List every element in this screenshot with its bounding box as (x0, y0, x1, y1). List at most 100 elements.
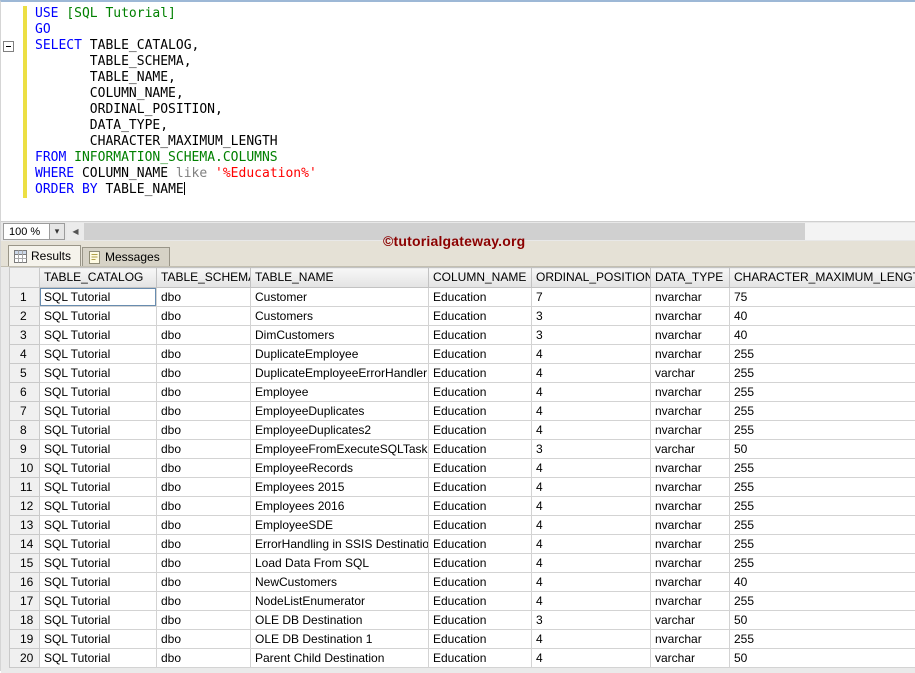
grid-cell[interactable]: 255 (730, 516, 915, 535)
grid-cell[interactable]: 3 (532, 326, 651, 345)
grid-cell[interactable]: SQL Tutorial (40, 554, 157, 573)
grid-cell[interactable]: nvarchar (651, 554, 730, 573)
zoom-select[interactable]: 100 % ▾ (3, 223, 65, 240)
grid-cell[interactable]: 255 (730, 630, 915, 649)
row-number[interactable]: 10 (10, 459, 40, 478)
row-number[interactable]: 9 (10, 440, 40, 459)
grid-cell[interactable]: dbo (157, 459, 251, 478)
grid-cell[interactable]: dbo (157, 402, 251, 421)
grid-cell[interactable]: 4 (532, 573, 651, 592)
row-number[interactable]: 6 (10, 383, 40, 402)
grid-cell[interactable]: 50 (730, 440, 915, 459)
grid-cell[interactable]: 255 (730, 478, 915, 497)
grid-cell[interactable]: dbo (157, 421, 251, 440)
grid-cell[interactable]: NewCustomers (251, 573, 429, 592)
grid-column-header[interactable]: COLUMN_NAME (429, 268, 532, 288)
grid-cell[interactable]: nvarchar (651, 421, 730, 440)
grid-cell[interactable]: SQL Tutorial (40, 345, 157, 364)
grid-cell[interactable]: OLE DB Destination 1 (251, 630, 429, 649)
grid-cell[interactable]: Customers (251, 307, 429, 326)
grid-cell[interactable]: Education (429, 288, 532, 307)
grid-cell[interactable]: SQL Tutorial (40, 592, 157, 611)
grid-cell[interactable]: Education (429, 535, 532, 554)
grid-cell[interactable]: Education (429, 421, 532, 440)
grid-cell[interactable]: dbo (157, 592, 251, 611)
grid-corner[interactable] (10, 268, 40, 288)
grid-cell[interactable]: 4 (532, 592, 651, 611)
grid-cell[interactable]: Employees 2015 (251, 478, 429, 497)
row-number[interactable]: 17 (10, 592, 40, 611)
grid-cell[interactable]: Education (429, 516, 532, 535)
grid-cell[interactable]: nvarchar (651, 592, 730, 611)
grid-cell[interactable]: varchar (651, 611, 730, 630)
grid-cell[interactable]: 255 (730, 459, 915, 478)
row-number[interactable]: 4 (10, 345, 40, 364)
grid-cell[interactable]: 255 (730, 497, 915, 516)
grid-cell[interactable]: Education (429, 573, 532, 592)
grid-cell[interactable]: Parent Child Destination (251, 649, 429, 668)
grid-cell[interactable]: nvarchar (651, 383, 730, 402)
grid-cell[interactable]: 255 (730, 421, 915, 440)
grid-cell[interactable]: 4 (532, 554, 651, 573)
grid-column-header[interactable]: TABLE_CATALOG (40, 268, 157, 288)
grid-cell[interactable]: SQL Tutorial (40, 402, 157, 421)
grid-column-header[interactable]: CHARACTER_MAXIMUM_LENGTH (730, 268, 915, 288)
grid-cell[interactable]: dbo (157, 554, 251, 573)
grid-cell[interactable]: SQL Tutorial (40, 649, 157, 668)
grid-cell[interactable]: nvarchar (651, 516, 730, 535)
grid-cell[interactable]: SQL Tutorial (40, 535, 157, 554)
grid-cell[interactable]: dbo (157, 573, 251, 592)
grid-cell[interactable]: SQL Tutorial (40, 611, 157, 630)
grid-cell[interactable]: OLE DB Destination (251, 611, 429, 630)
grid-cell[interactable]: Customer (251, 288, 429, 307)
grid-cell[interactable]: EmployeeDuplicates (251, 402, 429, 421)
grid-cell[interactable]: varchar (651, 440, 730, 459)
row-number[interactable]: 8 (10, 421, 40, 440)
grid-cell[interactable]: EmployeeRecords (251, 459, 429, 478)
grid-cell[interactable]: 4 (532, 516, 651, 535)
grid-cell[interactable]: dbo (157, 478, 251, 497)
grid-cell[interactable]: SQL Tutorial (40, 440, 157, 459)
row-number[interactable]: 11 (10, 478, 40, 497)
grid-cell[interactable]: Education (429, 497, 532, 516)
grid-cell[interactable]: NodeListEnumerator (251, 592, 429, 611)
grid-cell[interactable]: varchar (651, 364, 730, 383)
grid-cell[interactable]: nvarchar (651, 326, 730, 345)
grid-cell[interactable]: 4 (532, 364, 651, 383)
grid-cell[interactable]: dbo (157, 630, 251, 649)
grid-cell[interactable]: nvarchar (651, 459, 730, 478)
grid-cell[interactable]: nvarchar (651, 288, 730, 307)
grid-cell[interactable]: 3 (532, 307, 651, 326)
grid-cell[interactable]: ErrorHandling in SSIS Destination (251, 535, 429, 554)
grid-cell[interactable]: 50 (730, 611, 915, 630)
grid-cell[interactable]: SQL Tutorial (40, 383, 157, 402)
grid-cell[interactable]: dbo (157, 516, 251, 535)
grid-cell[interactable]: 4 (532, 383, 651, 402)
grid-cell[interactable]: 4 (532, 459, 651, 478)
grid-cell[interactable]: Education (429, 307, 532, 326)
grid-cell[interactable]: 255 (730, 345, 915, 364)
grid-cell[interactable]: SQL Tutorial (40, 288, 157, 307)
grid-cell[interactable]: 4 (532, 535, 651, 554)
grid-cell[interactable]: nvarchar (651, 307, 730, 326)
grid-cell[interactable]: Education (429, 440, 532, 459)
row-number[interactable]: 13 (10, 516, 40, 535)
grid-cell[interactable]: Education (429, 592, 532, 611)
row-number[interactable]: 16 (10, 573, 40, 592)
grid-cell[interactable]: Education (429, 554, 532, 573)
row-number[interactable]: 3 (10, 326, 40, 345)
grid-cell[interactable]: Education (429, 478, 532, 497)
grid-cell[interactable]: 4 (532, 630, 651, 649)
grid-cell[interactable]: 75 (730, 288, 915, 307)
grid-cell[interactable]: SQL Tutorial (40, 516, 157, 535)
grid-cell[interactable]: 7 (532, 288, 651, 307)
grid-cell[interactable]: Education (429, 459, 532, 478)
grid-cell[interactable]: dbo (157, 535, 251, 554)
row-number[interactable]: 14 (10, 535, 40, 554)
grid-cell[interactable]: 40 (730, 307, 915, 326)
grid-cell[interactable]: Employee (251, 383, 429, 402)
grid-column-header[interactable]: ORDINAL_POSITION (532, 268, 651, 288)
grid-cell[interactable]: SQL Tutorial (40, 497, 157, 516)
grid-cell[interactable]: 3 (532, 440, 651, 459)
grid-cell[interactable]: nvarchar (651, 535, 730, 554)
